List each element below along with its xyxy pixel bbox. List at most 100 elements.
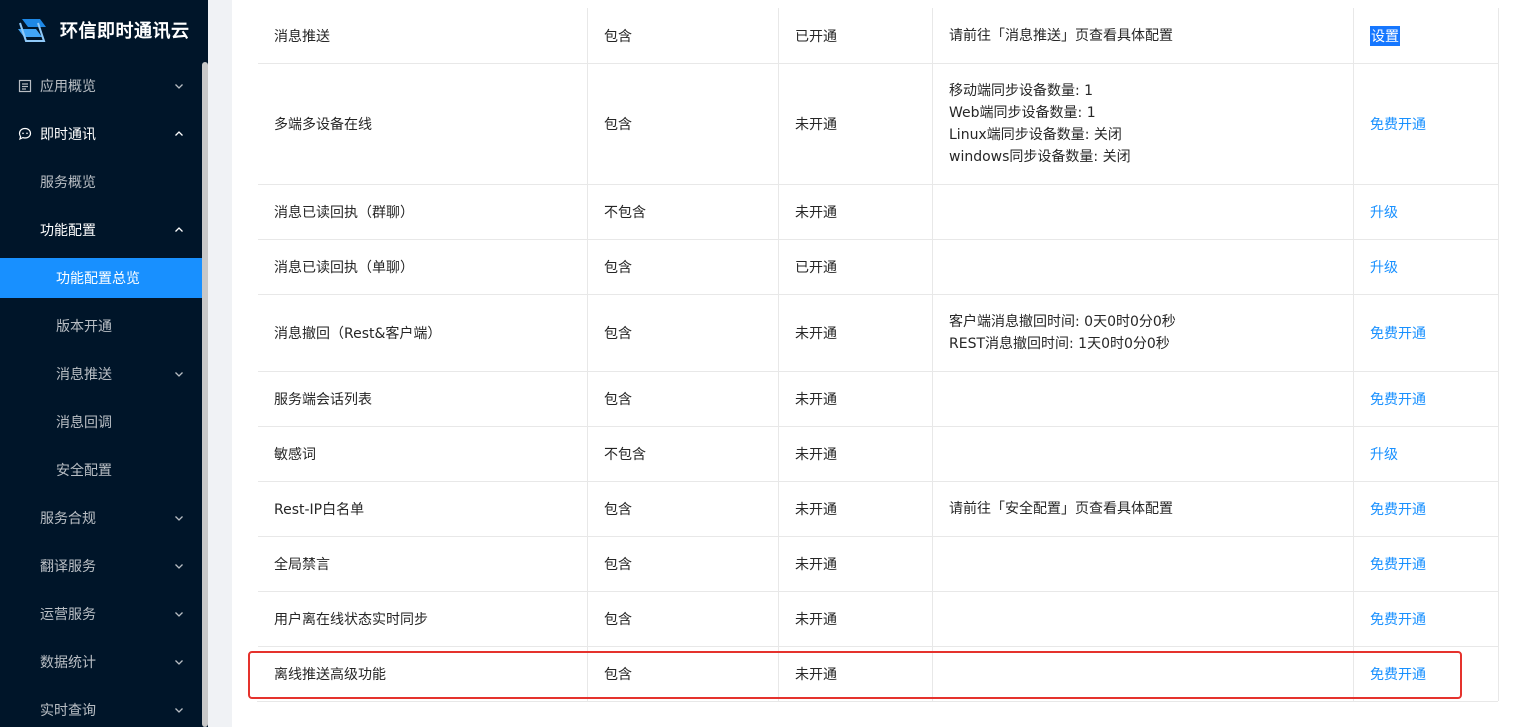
- app-logo[interactable]: 环信即时通讯云: [0, 0, 208, 60]
- table-row: 消息推送 包含 已开通 请前往「消息推送」页查看具体配置 设置: [258, 8, 1499, 63]
- table-bottom-border: [257, 701, 1498, 702]
- open-status: 未开通: [779, 482, 933, 536]
- feature-details: 请前往「安全配置」页查看具体配置: [933, 482, 1354, 536]
- action-cell: 免费开通: [1354, 295, 1499, 371]
- free-activate-link[interactable]: 免费开通: [1370, 554, 1426, 574]
- sidebar-item-label: 翻译服务: [40, 559, 96, 575]
- feature-name: 离线推送高级功能: [258, 647, 588, 701]
- table-row: 用户离在线状态实时同步 包含 未开通 免费开通: [258, 591, 1499, 646]
- sidebar-item-6[interactable]: 消息推送: [0, 354, 202, 394]
- action-cell: 升级: [1354, 240, 1499, 294]
- detail-line: Web端同步设备数量: 1: [949, 105, 1096, 121]
- detail-line: Linux端同步设备数量: 关闭: [949, 127, 1122, 143]
- settings-link[interactable]: 设置: [1370, 25, 1400, 46]
- sidebar-item-label: 实时查询: [40, 703, 96, 719]
- action-cell: 设置: [1354, 8, 1499, 63]
- sidebar-item-12[interactable]: 数据统计: [0, 642, 202, 682]
- sidebar-item-label: 运营服务: [40, 607, 96, 623]
- sidebar-item-10[interactable]: 翻译服务: [0, 546, 202, 586]
- table-row: 离线推送高级功能 包含 未开通 免费开通: [258, 646, 1499, 701]
- upgrade-link[interactable]: 升级: [1370, 444, 1398, 464]
- free-activate-link[interactable]: 免费开通: [1370, 609, 1426, 629]
- detail-line: REST消息撤回时间: 1天0时0分0秒: [949, 336, 1170, 352]
- included-status: 包含: [588, 592, 779, 646]
- feature-details: [933, 592, 1354, 646]
- feature-name: 用户离在线状态实时同步: [258, 592, 588, 646]
- feature-details: [933, 537, 1354, 591]
- open-status: 已开通: [779, 240, 933, 294]
- open-status: 已开通: [779, 8, 933, 63]
- sidebar-item-label: 服务概览: [40, 175, 96, 191]
- chat-icon: [18, 127, 32, 141]
- feature-name: 敏感词: [258, 427, 588, 481]
- open-status: 未开通: [779, 185, 933, 239]
- sidebar-item-label: 功能配置总览: [56, 271, 140, 287]
- free-activate-link[interactable]: 免费开通: [1370, 323, 1426, 343]
- feature-details: [933, 240, 1354, 294]
- feature-details: [933, 427, 1354, 481]
- feature-details: [933, 185, 1354, 239]
- table-row: 消息已读回执（单聊） 包含 已开通 升级: [258, 239, 1499, 294]
- open-status: 未开通: [779, 647, 933, 701]
- table-row: 多端多设备在线 包含 未开通 移动端同步设备数量: 1 Web端同步设备数量: 1 Lin…: [258, 63, 1499, 184]
- included-status: 包含: [588, 537, 779, 591]
- detail-line: 请前往「安全配置」页查看具体配置: [949, 501, 1173, 517]
- feature-details: 请前往「消息推送」页查看具体配置: [933, 8, 1354, 63]
- feature-details: 客户端消息撤回时间: 0天0时0分0秒 REST消息撤回时间: 1天0时0分0秒: [933, 295, 1354, 371]
- sidebar-item-2[interactable]: 服务概览: [0, 162, 202, 202]
- sidebar-item-label: 数据统计: [40, 655, 96, 671]
- free-activate-link[interactable]: 免费开通: [1370, 664, 1426, 684]
- upgrade-link[interactable]: 升级: [1370, 202, 1398, 222]
- feature-details: 移动端同步设备数量: 1 Web端同步设备数量: 1 Linux端同步设备数量: 关…: [933, 64, 1354, 184]
- sidebar-item-3[interactable]: 功能配置: [0, 210, 202, 250]
- feature-name: 消息已读回执（单聊）: [258, 240, 588, 294]
- feature-name: 全局禁言: [258, 537, 588, 591]
- detail-line: 客户端消息撤回时间: 0天0时0分0秒: [949, 314, 1176, 330]
- sidebar: 环信即时通讯云 应用概览即时通讯服务概览功能配置功能配置总览版本开通消息推送消息…: [0, 0, 208, 727]
- table-row: Rest-IP白名单 包含 未开通 请前往「安全配置」页查看具体配置 免费开通: [258, 481, 1499, 536]
- open-status: 未开通: [779, 64, 933, 184]
- sidebar-item-9[interactable]: 服务合规: [0, 498, 202, 538]
- included-status: 不包含: [588, 427, 779, 481]
- included-status: 包含: [588, 8, 779, 63]
- sidebar-item-label: 功能配置: [40, 223, 96, 239]
- open-status: 未开通: [779, 372, 933, 426]
- sidebar-item-label: 即时通讯: [40, 127, 96, 143]
- included-status: 包含: [588, 372, 779, 426]
- detail-line: 请前往「消息推送」页查看具体配置: [949, 27, 1173, 44]
- feature-name: 消息撤回（Rest&客户端）: [258, 295, 588, 371]
- feature-name: 消息推送: [258, 8, 588, 63]
- sidebar-item-8[interactable]: 安全配置: [0, 450, 202, 490]
- table-row: 消息已读回执（群聊） 不包含 未开通 升级: [258, 184, 1499, 239]
- sidebar-item-label: 消息回调: [56, 415, 112, 431]
- free-activate-link[interactable]: 免费开通: [1370, 499, 1426, 519]
- table-row: 服务端会话列表 包含 未开通 免费开通: [258, 371, 1499, 426]
- chevron-down-icon: [174, 561, 184, 571]
- sidebar-item-1[interactable]: 即时通讯: [0, 114, 202, 154]
- free-activate-link[interactable]: 免费开通: [1370, 114, 1426, 134]
- table-row: 消息撤回（Rest&客户端） 包含 未开通 客户端消息撤回时间: 0天0时0分0秒 RE…: [258, 294, 1499, 371]
- upgrade-link[interactable]: 升级: [1370, 257, 1398, 277]
- table-row: 全局禁言 包含 未开通 免费开通: [258, 536, 1499, 591]
- sidebar-item-4[interactable]: 功能配置总览: [0, 258, 202, 298]
- sidebar-scrollbar-thumb[interactable]: [202, 62, 208, 727]
- feature-details: [933, 372, 1354, 426]
- chevron-down-icon: [174, 609, 184, 619]
- chevron-up-icon: [174, 129, 184, 139]
- sidebar-item-13[interactable]: 实时查询: [0, 690, 202, 727]
- sidebar-item-7[interactable]: 消息回调: [0, 402, 202, 442]
- action-cell: 升级: [1354, 427, 1499, 481]
- sidebar-item-5[interactable]: 版本开通: [0, 306, 202, 346]
- action-cell: 升级: [1354, 185, 1499, 239]
- action-cell: 免费开通: [1354, 64, 1499, 184]
- sidebar-item-label: 服务合规: [40, 511, 96, 527]
- feature-name: 服务端会话列表: [258, 372, 588, 426]
- free-activate-link[interactable]: 免费开通: [1370, 389, 1426, 409]
- included-status: 包含: [588, 647, 779, 701]
- chevron-down-icon: [174, 705, 184, 715]
- feature-name: 多端多设备在线: [258, 64, 588, 184]
- sidebar-item-0[interactable]: 应用概览: [0, 66, 202, 106]
- sidebar-item-11[interactable]: 运营服务: [0, 594, 202, 634]
- detail-line: 移动端同步设备数量: 1: [949, 83, 1094, 99]
- chevron-down-icon: [174, 513, 184, 523]
